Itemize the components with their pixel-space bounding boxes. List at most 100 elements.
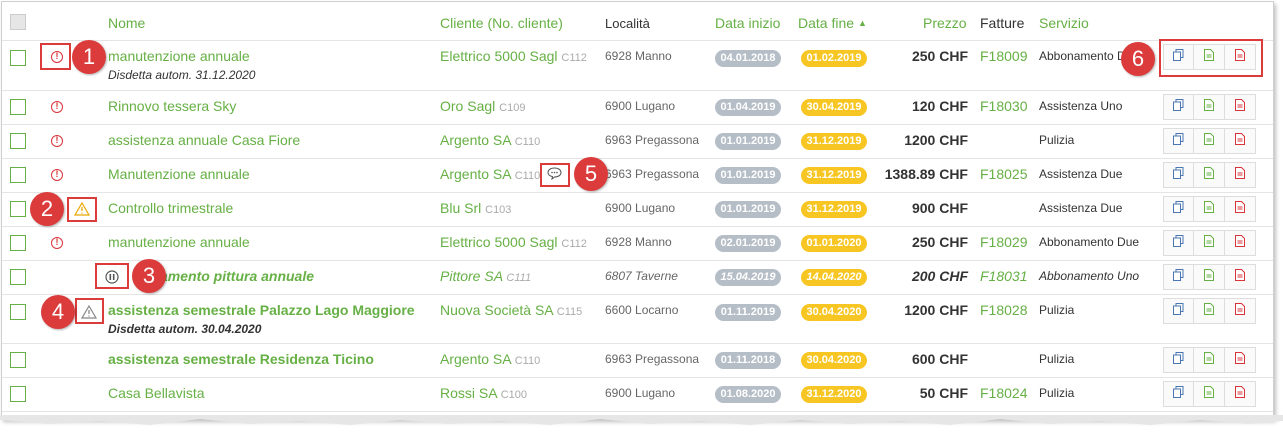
client-name: Argento SA (440, 351, 511, 367)
price: 250 CHF (911, 48, 968, 64)
header-nome[interactable]: Nome (108, 15, 145, 31)
copy-icon (1173, 234, 1184, 252)
contract-name-link[interactable]: Casa Bellavista (108, 385, 205, 401)
row-checkbox[interactable] (10, 50, 26, 66)
create-invoice-button[interactable] (1194, 381, 1225, 407)
sort-ascending-icon: ▲ (857, 18, 867, 28)
copy-button[interactable] (1163, 196, 1194, 222)
contract-name-link[interactable]: assistenza semestrale Palazzo Lago Maggi… (108, 302, 415, 318)
table-row[interactable]: Casa Bellavista Rossi SA C100 6900 Lugano 0… (2, 377, 1273, 412)
table-row[interactable]: assistenza semestrale Residenza Ticino Ar… (2, 343, 1273, 378)
client-link[interactable]: Argento SA C110 (440, 132, 540, 148)
header-localita[interactable]: Località (605, 16, 650, 31)
start-date-badge: 01.01.2019 (715, 201, 781, 218)
client-link[interactable]: Elettrico 5000 Sagl C112 (440, 48, 587, 64)
copy-button[interactable] (1163, 264, 1194, 290)
invoice-link[interactable]: F18030 (980, 98, 1027, 114)
create-invoice-button[interactable] (1194, 298, 1225, 324)
pdf-button[interactable] (1225, 298, 1256, 324)
contract-name-link[interactable]: assistenza annuale Casa Fiore (108, 132, 300, 148)
create-invoice-button[interactable] (1194, 196, 1225, 222)
client-link[interactable]: Argento SA C110 (440, 166, 540, 182)
invoice-link[interactable]: F18025 (980, 166, 1027, 182)
contract-name-link[interactable]: assistenza semestrale Residenza Ticino (108, 351, 374, 367)
pdf-button[interactable] (1225, 347, 1256, 373)
contract-name-link[interactable]: Controllo trimestrale (108, 200, 233, 216)
table-row[interactable]: amento pittura annuale Pittore SA C111 680… (2, 260, 1273, 295)
end-date-badge: 31.12.2019 (801, 167, 867, 184)
row-checkbox[interactable] (10, 201, 26, 217)
client-name: Nuova Società SA (440, 302, 553, 318)
client-link[interactable]: Argento SA C110 (440, 351, 540, 367)
contract-name-link[interactable]: amento pittura annuale (160, 268, 314, 284)
table-row[interactable]: Controllo trimestrale Blu Srl C103 6900 Lu… (2, 192, 1273, 227)
row-checkbox[interactable] (10, 99, 26, 115)
row-checkbox[interactable] (10, 352, 26, 368)
header-fatture[interactable]: Fatture (980, 15, 1024, 31)
header-data-fine[interactable]: Data fine ▲ (798, 15, 867, 31)
invoice-link[interactable]: F18024 (980, 385, 1027, 401)
table-row[interactable]: ! Rinnovo tessera Sky Oro Sagl C109 6900 Lu… (2, 90, 1273, 125)
contract-name-link[interactable]: Rinnovo tessera Sky (108, 98, 236, 114)
document-red-icon (1235, 268, 1245, 286)
row-checkbox[interactable] (10, 133, 26, 149)
pdf-button[interactable] (1225, 381, 1256, 407)
start-date-badge: 02.01.2019 (715, 235, 781, 252)
row-checkbox[interactable] (10, 304, 26, 320)
create-invoice-button[interactable] (1194, 128, 1225, 154)
copy-button[interactable] (1163, 298, 1194, 324)
invoice-link[interactable]: F18031 (980, 268, 1027, 284)
pdf-button[interactable] (1225, 94, 1256, 120)
pdf-button[interactable] (1225, 162, 1256, 188)
invoice-link[interactable]: F18029 (980, 234, 1027, 250)
invoice-link[interactable]: F18009 (980, 48, 1027, 64)
table-row[interactable]: ! assistenza annuale Casa Fiore Argento SA… (2, 124, 1273, 159)
client-link[interactable]: Nuova Società SA C115 (440, 302, 582, 318)
highlight-box-2 (67, 197, 97, 222)
client-link[interactable]: Rossi SA C100 (440, 385, 527, 401)
row-checkbox[interactable] (10, 386, 26, 402)
table-row[interactable]: ! manutenzione annuale Elettrico 5000 Sagl… (2, 226, 1273, 261)
create-invoice-button[interactable] (1194, 94, 1225, 120)
row-actions (1163, 94, 1256, 120)
header-servizio[interactable]: Servizio (1039, 15, 1089, 31)
row-checkbox[interactable] (10, 235, 26, 251)
contract-name-link[interactable]: manutenzione annuale (108, 48, 250, 64)
copy-button[interactable] (1163, 347, 1194, 373)
header-cliente[interactable]: Cliente (No. cliente) (440, 15, 563, 31)
create-invoice-button[interactable] (1194, 264, 1225, 290)
client-link[interactable]: Oro Sagl C109 (440, 98, 525, 114)
header-prezzo[interactable]: Prezzo (923, 15, 967, 31)
invoice-link[interactable]: F18028 (980, 302, 1027, 318)
start-date-badge: 15.04.2019 (715, 269, 781, 286)
copy-button[interactable] (1163, 381, 1194, 407)
client-number: C112 (561, 52, 587, 64)
header-data-inizio[interactable]: Data inizio (715, 15, 780, 31)
copy-button[interactable] (1163, 230, 1194, 256)
copy-button[interactable] (1163, 162, 1194, 188)
contract-name-link[interactable]: Manutenzione annuale (108, 166, 250, 182)
create-invoice-button[interactable] (1194, 347, 1225, 373)
create-invoice-button[interactable] (1194, 162, 1225, 188)
table-row[interactable]: ! manutenzione annuale Disdetta autom. 31.… (2, 40, 1273, 91)
document-red-icon (1235, 385, 1245, 403)
client-link[interactable]: Blu Srl C103 (440, 200, 511, 216)
client-number: C100 (500, 389, 527, 401)
pdf-button[interactable] (1225, 128, 1256, 154)
table-row[interactable]: assistenza semestrale Palazzo Lago Maggi… (2, 294, 1273, 344)
row-checkbox[interactable] (10, 167, 26, 183)
client-link[interactable]: Pittore SA C111 (440, 268, 531, 284)
table-row[interactable]: ! Manutenzione annuale Argento SA C110 6963… (2, 158, 1273, 193)
copy-button[interactable] (1163, 94, 1194, 120)
contract-name-link[interactable]: manutenzione annuale (108, 234, 250, 250)
pdf-button[interactable] (1225, 230, 1256, 256)
create-invoice-button[interactable] (1194, 230, 1225, 256)
document-green-icon (1204, 98, 1214, 116)
row-checkbox[interactable] (10, 269, 26, 285)
select-all-checkbox[interactable] (10, 14, 26, 30)
pdf-button[interactable] (1225, 264, 1256, 290)
client-link[interactable]: Elettrico 5000 Sagl C112 (440, 234, 587, 250)
copy-button[interactable] (1163, 128, 1194, 154)
pdf-button[interactable] (1225, 196, 1256, 222)
service: Abbonamento Due (1039, 235, 1140, 249)
